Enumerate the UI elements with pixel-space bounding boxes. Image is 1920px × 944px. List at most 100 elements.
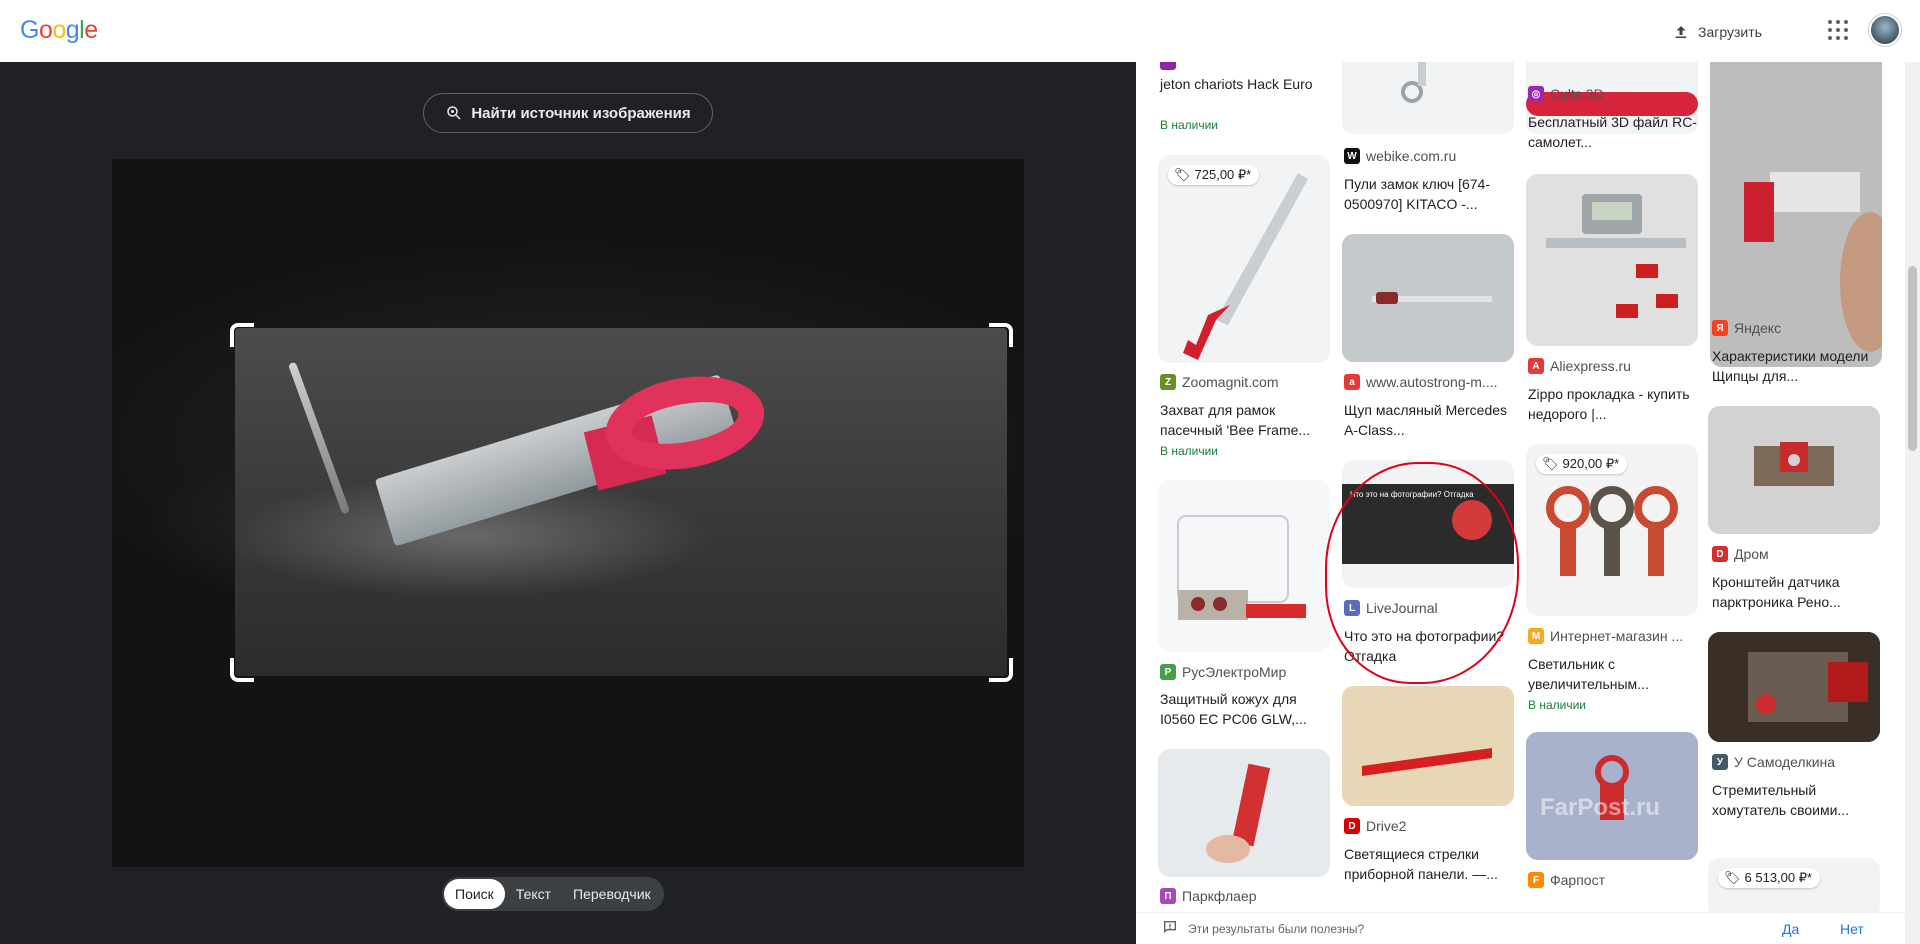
site-favicon-icon: W bbox=[1344, 148, 1360, 164]
site-favicon-icon: a bbox=[1344, 374, 1360, 390]
crop-region[interactable] bbox=[235, 328, 1007, 676]
result-thumbnail[interactable] bbox=[1158, 749, 1330, 877]
site-favicon-icon: Z bbox=[1160, 374, 1176, 390]
logo-letter: G bbox=[20, 16, 39, 44]
result-source[interactable]: ◎ Cults 3D bbox=[1528, 86, 1700, 102]
result-source[interactable]: Я Яндекс bbox=[1712, 320, 1884, 336]
result-title[interactable]: Светильник с увеличительным... bbox=[1528, 654, 1700, 694]
feedback-question: Эти результаты были полезны? bbox=[1188, 921, 1365, 936]
google-logo[interactable]: Google bbox=[20, 16, 98, 45]
result-thumbnail[interactable] bbox=[1708, 406, 1880, 534]
crop-handle-top-right[interactable] bbox=[989, 323, 1013, 347]
glowing-arrow-image bbox=[1342, 686, 1514, 806]
site-favicon-icon: П bbox=[1160, 888, 1176, 904]
site-favicon-icon: M bbox=[1528, 628, 1544, 644]
result-title[interactable]: Защитный кожух для I0560 EC PC06 GLW,... bbox=[1160, 689, 1332, 729]
price-tag-icon: 🏷 bbox=[1174, 167, 1191, 182]
site-favicon-icon: F bbox=[1528, 872, 1544, 888]
tab-text[interactable]: Текст bbox=[505, 879, 562, 909]
logo-letter: g bbox=[65, 16, 80, 44]
result-stock: В наличии bbox=[1160, 444, 1219, 458]
result-title[interactable]: Пули замок ключ [674-0500970] KITACO -..… bbox=[1344, 174, 1516, 214]
price-badge: 🏷 725,00 ₽* bbox=[1168, 165, 1260, 185]
result-source[interactable]: Z Zoomagnit.com bbox=[1160, 374, 1332, 390]
result-thumbnail[interactable]: FarPost.ru bbox=[1526, 732, 1698, 860]
result-title[interactable]: Zippo прокладка - купить недорого |... bbox=[1528, 384, 1700, 424]
result-thumbnail[interactable] bbox=[1708, 632, 1880, 742]
result-thumbnail[interactable] bbox=[1158, 480, 1330, 652]
result-source[interactable]: D Drive2 bbox=[1344, 818, 1516, 834]
result-source[interactable]: Р РусЭлектроМир bbox=[1160, 664, 1332, 680]
result-source[interactable]: M Интернет-магазин ... bbox=[1528, 628, 1700, 644]
hand-holding-tool-image bbox=[1158, 749, 1330, 877]
results-panel: jeton chariots Hack Euro В наличии 🏷 725,… bbox=[1136, 62, 1920, 944]
result-source[interactable]: П Паркфлаер bbox=[1160, 888, 1332, 904]
user-avatar[interactable] bbox=[1869, 14, 1901, 46]
key-lock-image bbox=[1401, 62, 1426, 103]
protective-cover-image bbox=[1177, 515, 1306, 620]
price-badge: 🏷 920,00 ₽* bbox=[1536, 454, 1628, 474]
result-title[interactable]: Бесплатный 3D файл RC-самолет... bbox=[1528, 112, 1700, 152]
scrollbar-track[interactable] bbox=[1905, 62, 1920, 944]
price-tag-icon: 🏷 bbox=[1542, 456, 1559, 471]
sensor-bracket-image bbox=[1708, 406, 1880, 534]
result-thumbnail[interactable]: 🏷 920,00 ₽* bbox=[1526, 444, 1698, 616]
upload-label: Загрузить bbox=[1698, 24, 1762, 40]
crop-handle-bottom-right[interactable] bbox=[989, 658, 1013, 682]
result-source[interactable]: D Дром bbox=[1712, 546, 1884, 562]
price-tag-icon: 🏷 bbox=[1724, 870, 1741, 885]
image-glare bbox=[287, 361, 351, 515]
site-favicon-icon: У bbox=[1712, 754, 1728, 770]
result-source[interactable]: УУ Самоделкина bbox=[1712, 754, 1884, 770]
site-favicon-icon: ◎ bbox=[1528, 86, 1544, 102]
result-stock: В наличии bbox=[1160, 118, 1219, 132]
result-thumbnail[interactable] bbox=[1342, 234, 1514, 362]
result-source[interactable]: a www.autostrong-m.... bbox=[1344, 374, 1516, 390]
site-favicon-icon: Р bbox=[1160, 664, 1176, 680]
crop-handle-bottom-left[interactable] bbox=[230, 658, 254, 682]
upload-icon bbox=[1675, 26, 1687, 38]
watermark: FarPost.ru bbox=[1540, 794, 1661, 821]
red-hand-drawn-circle bbox=[1325, 462, 1519, 684]
site-favicon-icon: A bbox=[1528, 358, 1544, 374]
tab-translate[interactable]: Переводчик bbox=[562, 879, 662, 909]
tab-search[interactable]: Поиск bbox=[444, 879, 505, 909]
crop-handle-top-left[interactable] bbox=[230, 323, 254, 347]
scrollbar-thumb[interactable] bbox=[1908, 266, 1917, 451]
oil-dipstick-image bbox=[1342, 234, 1514, 362]
result-title[interactable]: Стремительный хомутатель своими... bbox=[1712, 780, 1884, 820]
result-stock: В наличии bbox=[1528, 698, 1587, 712]
lens-search-icon bbox=[447, 106, 461, 120]
result-source[interactable] bbox=[1160, 62, 1332, 70]
result-title[interactable]: Кронштейн датчика парктроника Рено... bbox=[1712, 572, 1884, 612]
result-title[interactable]: jeton chariots Hack Euro bbox=[1160, 74, 1332, 94]
result-title[interactable]: Светящиеся стрелки приборной панели. —..… bbox=[1344, 844, 1516, 884]
result-thumbnail[interactable] bbox=[1526, 174, 1698, 346]
result-thumbnail[interactable]: 🏷 725,00 ₽* bbox=[1158, 155, 1330, 363]
result-thumbnail[interactable] bbox=[1342, 686, 1514, 806]
workshop-clamp-image bbox=[1708, 632, 1880, 742]
result-title[interactable]: Щуп масляный Mercedes A-Class... bbox=[1344, 400, 1516, 440]
feedback-yes-button[interactable]: Да bbox=[1782, 921, 1799, 937]
logo-letter: o bbox=[38, 16, 53, 44]
result-thumbnail[interactable] bbox=[1342, 62, 1514, 134]
query-image bbox=[112, 159, 1024, 867]
site-favicon-icon: Я bbox=[1712, 320, 1728, 336]
price-badge: 🏷 6 513,00 ₽* bbox=[1718, 868, 1821, 888]
logo-letter: o bbox=[52, 16, 66, 44]
top-bar: Google Загрузить bbox=[0, 0, 1920, 62]
apps-grid-icon[interactable] bbox=[1826, 18, 1850, 42]
feedback-bar: Эти результаты были полезны? Да Нет bbox=[1136, 912, 1906, 944]
result-title[interactable]: Характеристики модели Щипцы для... bbox=[1712, 346, 1884, 386]
feedback-icon bbox=[1162, 919, 1178, 938]
result-thumbnail[interactable]: 🏷 6 513,00 ₽* bbox=[1708, 858, 1880, 918]
result-source[interactable]: A Aliexpress.ru bbox=[1528, 358, 1700, 374]
lens-mode-tabs: Поиск Текст Переводчик bbox=[442, 877, 664, 911]
site-favicon-icon bbox=[1160, 62, 1176, 70]
result-source[interactable]: Wwebike.com.ru bbox=[1344, 148, 1516, 164]
find-image-source-button[interactable]: Найти источник изображения bbox=[423, 93, 713, 133]
upload-button[interactable]: Загрузить bbox=[1672, 16, 1762, 48]
result-title[interactable]: Захват для рамок пасечный 'Bee Frame... bbox=[1160, 400, 1332, 440]
feedback-no-button[interactable]: Нет bbox=[1840, 921, 1864, 937]
result-source[interactable]: F Фарпост bbox=[1528, 872, 1700, 888]
